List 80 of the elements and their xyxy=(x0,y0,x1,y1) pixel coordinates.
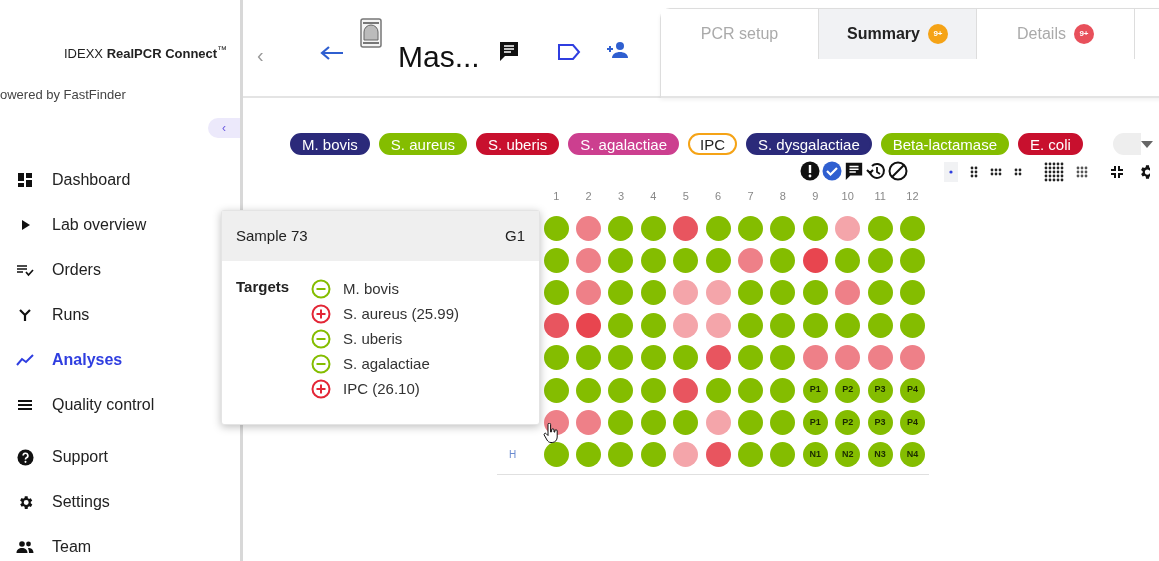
chip-fade xyxy=(1113,133,1141,155)
plate-grid-icon[interactable] xyxy=(1044,162,1064,182)
column-label: 11 xyxy=(873,189,887,204)
tab[interactable]: Details 9+ xyxy=(977,9,1135,59)
nav-item[interactable]: Analyses xyxy=(16,346,123,374)
dropdown-caret-icon[interactable] xyxy=(1141,141,1153,148)
well[interactable]: P4 xyxy=(900,377,925,403)
nav-item[interactable]: Team xyxy=(16,533,92,561)
people-icon xyxy=(16,538,34,556)
well-id: G1 xyxy=(505,225,525,246)
fork-icon xyxy=(16,306,34,324)
add-person-icon[interactable] xyxy=(605,41,629,59)
history-icon[interactable] xyxy=(866,161,886,181)
target-result: M. bovis xyxy=(343,278,399,299)
count-badge: 9+ xyxy=(927,24,948,44)
well[interactable]: P3 xyxy=(867,410,893,436)
well[interactable]: P1 xyxy=(802,410,828,436)
nav-item[interactable]: Orders xyxy=(16,256,101,284)
page-title: Mas... xyxy=(398,39,480,75)
nav-item[interactable]: Dashboard xyxy=(16,166,131,194)
nav-item[interactable]: Quality control xyxy=(16,391,155,419)
well[interactable]: P1 xyxy=(802,377,828,403)
label-icon[interactable] xyxy=(557,43,581,61)
well[interactable]: N2 xyxy=(835,442,861,468)
sample-name: Sample 73 xyxy=(236,225,308,246)
comment-icon[interactable] xyxy=(844,161,864,181)
target-result: S. aureus (25.99) xyxy=(343,303,459,324)
column-label: 6 xyxy=(714,189,723,204)
target-chip[interactable]: M. bovis xyxy=(290,133,370,155)
back-arrow-icon[interactable] xyxy=(320,45,344,61)
target-chip[interactable]: IPC xyxy=(688,133,738,155)
nav-item[interactable]: Support xyxy=(16,443,109,471)
target-chip[interactable]: S. dysgalactiae xyxy=(746,133,872,155)
plate-grid-icon[interactable] xyxy=(1076,166,1088,178)
well-grid-icon[interactable] xyxy=(970,166,978,178)
alert-icon[interactable] xyxy=(800,161,820,181)
well[interactable]: N1 xyxy=(802,442,828,468)
column-label: 10 xyxy=(840,189,855,204)
comment-icon[interactable] xyxy=(498,40,520,62)
target-result: S. uberis xyxy=(343,328,403,349)
column-label: 3 xyxy=(616,189,626,204)
help-icon xyxy=(16,448,34,466)
check-icon[interactable] xyxy=(822,161,842,181)
well[interactable]: P2 xyxy=(835,377,861,403)
app-logo: IDEXX RealPCR Connect$^{™}$ xyxy=(64,44,227,63)
nav-item[interactable]: Settings xyxy=(16,488,110,516)
well[interactable]: N3 xyxy=(867,442,893,468)
target-chip[interactable]: S. agalactiae xyxy=(568,133,679,155)
column-label: 9 xyxy=(811,189,820,204)
tab[interactable]: Summary 9+ xyxy=(819,9,977,59)
column-label: 1 xyxy=(552,189,561,204)
well[interactable]: P4 xyxy=(900,410,925,436)
column-label: 8 xyxy=(778,189,787,204)
column-label: 7 xyxy=(746,189,755,204)
target-chip[interactable]: E. coli xyxy=(1018,133,1083,155)
block-icon[interactable] xyxy=(888,161,908,181)
collapse-sidebar-button[interactable]: ‹ xyxy=(208,118,240,138)
well-grid-icon[interactable] xyxy=(1014,168,1022,176)
collapse-icon[interactable] xyxy=(1110,165,1124,179)
dashboard-icon xyxy=(16,171,34,189)
target-chip[interactable]: S. uberis xyxy=(476,133,560,155)
column-label: 12 xyxy=(905,189,920,204)
targets-label: Targets xyxy=(236,277,290,297)
count-badge: 9+ xyxy=(1073,24,1094,44)
well[interactable]: N4 xyxy=(900,442,925,468)
well-grid-icon[interactable] xyxy=(990,168,1002,176)
target-result: IPC (26.10) xyxy=(343,378,420,399)
single-well-view-icon[interactable] xyxy=(944,162,958,182)
target-result: S. agalactiae xyxy=(343,353,430,374)
column-label: 4 xyxy=(649,189,658,204)
column-label: 2 xyxy=(584,189,593,204)
nav-item[interactable]: Runs xyxy=(16,301,90,329)
well[interactable]: P2 xyxy=(835,410,861,436)
row-label: H xyxy=(508,448,518,463)
hand-cursor-icon xyxy=(543,423,559,443)
instrument-icon xyxy=(360,18,382,48)
column-label: 5 xyxy=(681,189,690,204)
well[interactable]: P3 xyxy=(867,377,893,403)
nav-item[interactable]: Lab overview xyxy=(16,211,147,239)
app-subtitle: owered by FastFinder xyxy=(0,86,126,104)
